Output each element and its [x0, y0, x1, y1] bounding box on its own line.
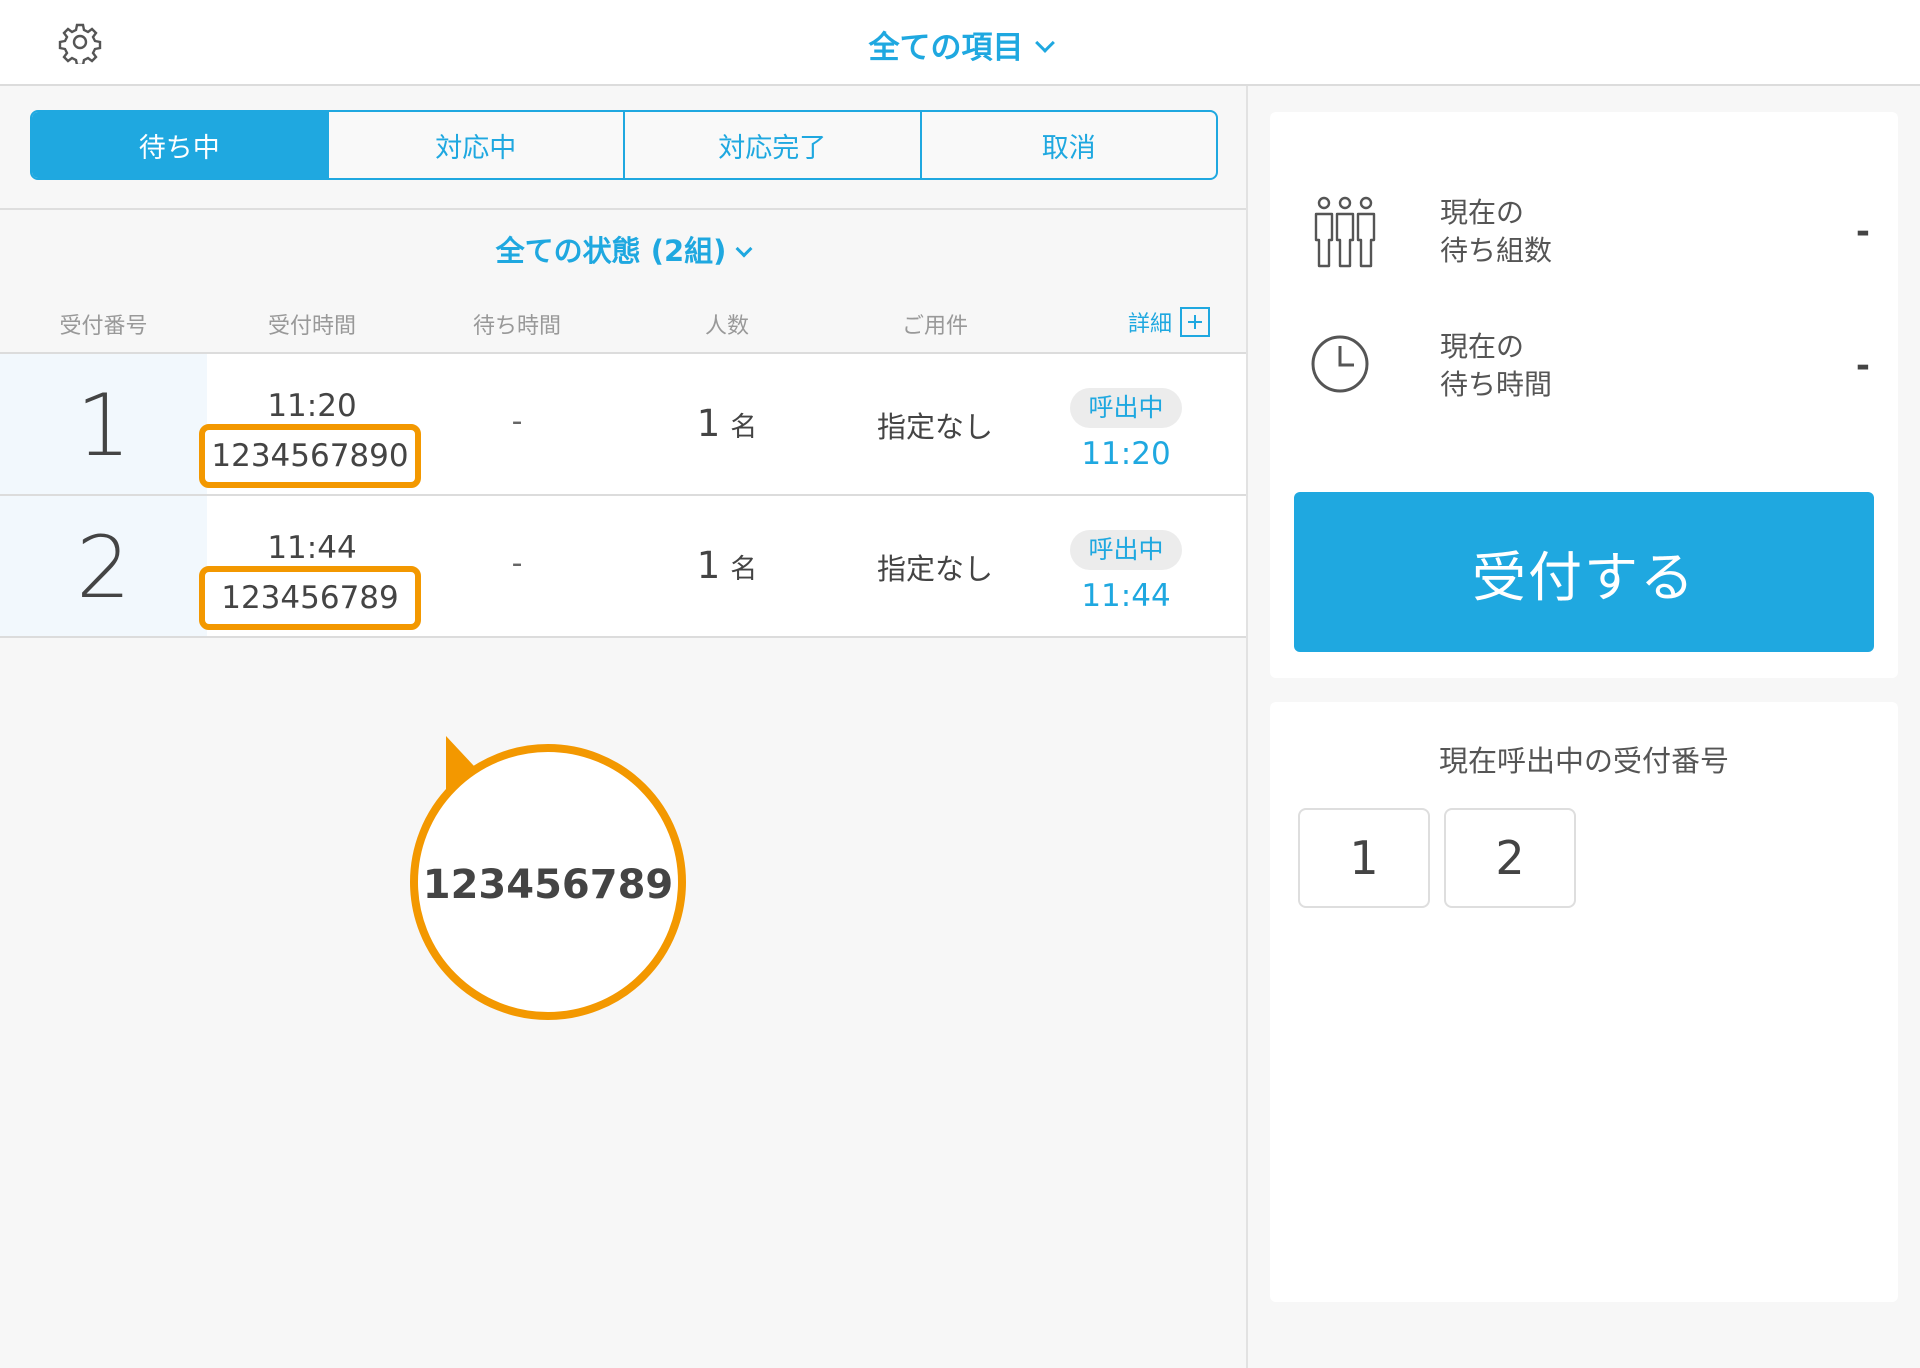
- called-numbers-title: 現在呼出中の受付番号: [1438, 744, 1729, 778]
- tab-completed[interactable]: 対応完了: [625, 112, 922, 178]
- people-unit: 名: [730, 412, 758, 443]
- waiting-groups-stat: 現在の 待ち組数 -: [1310, 194, 1870, 274]
- purpose: 指定なし: [876, 410, 993, 444]
- call-time: 11:20: [1081, 436, 1171, 472]
- reception-number: 2: [76, 518, 131, 618]
- reception-number: 1: [76, 376, 131, 476]
- tab-waiting[interactable]: 待ち中: [32, 112, 329, 178]
- people-value: 1: [696, 544, 721, 587]
- queue-panel: 待ち中 対応中 対応完了 取消 全ての状態 (2組) 受付番号 受付時間 待ち時…: [0, 86, 1248, 1368]
- clock-icon: [1311, 335, 1369, 393]
- column-header-people: 人数: [704, 314, 749, 339]
- called-numbers-card: 現在呼出中の受付番号 1 2: [1270, 702, 1898, 1302]
- wait-time-value: -: [1855, 346, 1870, 386]
- detail-label: 詳細: [1128, 312, 1173, 337]
- tab-cancelled[interactable]: 取消: [922, 112, 1217, 178]
- panel-divider: [1246, 86, 1248, 1368]
- zoom-callout: 123456789: [410, 744, 686, 1020]
- top-bar: 全ての項目: [0, 0, 1920, 86]
- accept-button[interactable]: 受付する: [1294, 492, 1874, 652]
- label-line: 待ち組数: [1440, 234, 1553, 267]
- wait-time-stat: 現在の 待ち時間 -: [1310, 328, 1870, 408]
- purpose: 指定なし: [876, 552, 993, 586]
- people-value: 1: [696, 402, 721, 445]
- waiting-groups-label: 現在の 待ち組数: [1440, 194, 1552, 270]
- column-header-purpose: ご用件: [901, 314, 968, 339]
- reception-time: 11:20: [267, 388, 357, 424]
- status-tabs: 待ち中 対応中 対応完了 取消: [30, 110, 1218, 180]
- phone-number: 123456789: [199, 566, 421, 630]
- called-number-chip[interactable]: 2: [1444, 808, 1576, 908]
- column-header-wait: 待ち時間: [472, 314, 561, 339]
- state-filter-label: 全ての状態 (2組): [495, 234, 727, 268]
- wait-time: -: [511, 546, 523, 581]
- table-row[interactable]: 2 11:44 123456789 - 1名 指定なし 呼出中 11:44: [0, 496, 1246, 638]
- table-row[interactable]: 1 11:20 1234567890 - 1名 指定なし 呼出中 11:20: [0, 354, 1246, 496]
- callout-text: 123456789: [422, 862, 674, 908]
- chevron-down-icon: [735, 240, 753, 258]
- status-badge: 呼出中: [1070, 530, 1182, 570]
- wait-time-label: 現在の 待ち時間: [1440, 328, 1552, 404]
- summary-card: 現在の 待ち組数 - 現在の 待ち時間 - 受付する: [1270, 112, 1898, 678]
- called-number-chip[interactable]: 1: [1298, 808, 1430, 908]
- people-count: 1名: [627, 402, 827, 445]
- tab-in-progress[interactable]: 対応中: [329, 112, 625, 178]
- people-group-icon: [1314, 196, 1376, 268]
- chevron-down-icon: [1034, 33, 1055, 53]
- waiting-groups-value: -: [1855, 212, 1870, 252]
- people-unit: 名: [730, 554, 758, 585]
- column-header-number: 受付番号: [59, 314, 148, 339]
- people-count: 1名: [627, 544, 827, 587]
- status-badge: 呼出中: [1070, 388, 1182, 428]
- item-filter-dropdown[interactable]: 全ての項目: [0, 22, 1920, 67]
- wait-time: -: [511, 404, 523, 439]
- plus-icon: [1180, 307, 1211, 337]
- item-filter-label: 全ての項目: [868, 30, 1024, 66]
- phone-number: 1234567890: [199, 424, 421, 488]
- call-time: 11:44: [1081, 578, 1171, 614]
- label-line: 現在の: [1440, 196, 1525, 229]
- detail-toggle[interactable]: 詳細: [1128, 306, 1211, 338]
- column-header-time: 受付時間: [267, 314, 356, 339]
- reception-time: 11:44: [267, 530, 357, 566]
- label-line: 待ち時間: [1440, 368, 1553, 401]
- label-line: 現在の: [1440, 330, 1525, 363]
- state-filter-dropdown[interactable]: 全ての状態 (2組): [0, 228, 1246, 270]
- divider: [0, 208, 1246, 210]
